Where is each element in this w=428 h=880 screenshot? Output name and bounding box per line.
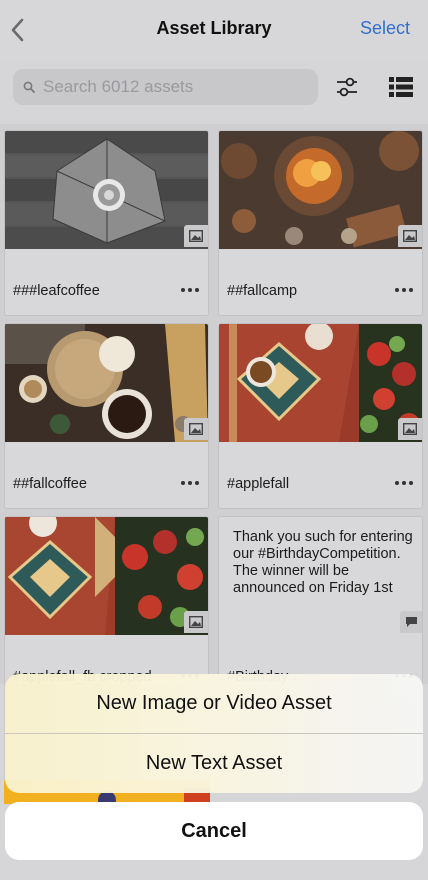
- asset-card[interactable]: #applefall: [218, 323, 423, 509]
- image-icon: [189, 616, 203, 628]
- image-icon: [403, 423, 417, 435]
- asset-label: ##fallcamp: [227, 283, 298, 299]
- text-type-badge: [400, 611, 422, 633]
- more-options-icon[interactable]: [180, 287, 200, 293]
- asset-thumbnail: [219, 131, 422, 249]
- new-image-video-asset-button[interactable]: New Image or Video Asset: [5, 674, 423, 733]
- image-type-badge: [184, 611, 208, 633]
- cancel-button[interactable]: Cancel: [5, 802, 423, 860]
- asset-thumbnail: [5, 517, 208, 635]
- asset-card[interactable]: ###leafcoffee: [4, 130, 209, 316]
- image-type-badge: [398, 225, 422, 247]
- asset-label: #applefall: [227, 476, 290, 492]
- asset-thumbnail: [5, 324, 208, 442]
- more-options-icon[interactable]: [180, 480, 200, 486]
- search-bar[interactable]: [13, 69, 318, 105]
- more-options-icon[interactable]: [394, 287, 414, 293]
- image-type-badge: [184, 418, 208, 440]
- sliders-icon[interactable]: [336, 76, 358, 98]
- asset-grid: ###leafcoffee ##fallcamp ##fallcoffee #a…: [0, 124, 428, 702]
- speech-bubble-icon: [406, 617, 417, 627]
- image-icon: [403, 230, 417, 242]
- asset-label: ##fallcoffee: [13, 476, 87, 492]
- more-options-icon[interactable]: [394, 480, 414, 486]
- select-button[interactable]: Select: [360, 18, 410, 39]
- image-type-badge: [398, 418, 422, 440]
- navigation-bar: Asset Library Select: [0, 0, 428, 60]
- image-type-badge: [184, 225, 208, 247]
- asset-card[interactable]: ##fallcamp: [218, 130, 423, 316]
- asset-card[interactable]: ##fallcoffee: [4, 323, 209, 509]
- list-view-icon[interactable]: [389, 77, 413, 97]
- search-input[interactable]: [43, 69, 313, 105]
- new-text-asset-button[interactable]: New Text Asset: [5, 734, 423, 793]
- asset-label: ###leafcoffee: [13, 283, 100, 299]
- action-sheet: New Image or Video Asset New Text Asset: [5, 674, 423, 793]
- asset-thumbnail: [5, 131, 208, 249]
- text-asset-preview: Thank you such for entering our #Birthda…: [233, 529, 413, 596]
- image-icon: [189, 230, 203, 242]
- search-icon: [23, 81, 35, 93]
- image-icon: [189, 423, 203, 435]
- asset-thumbnail: [219, 324, 422, 442]
